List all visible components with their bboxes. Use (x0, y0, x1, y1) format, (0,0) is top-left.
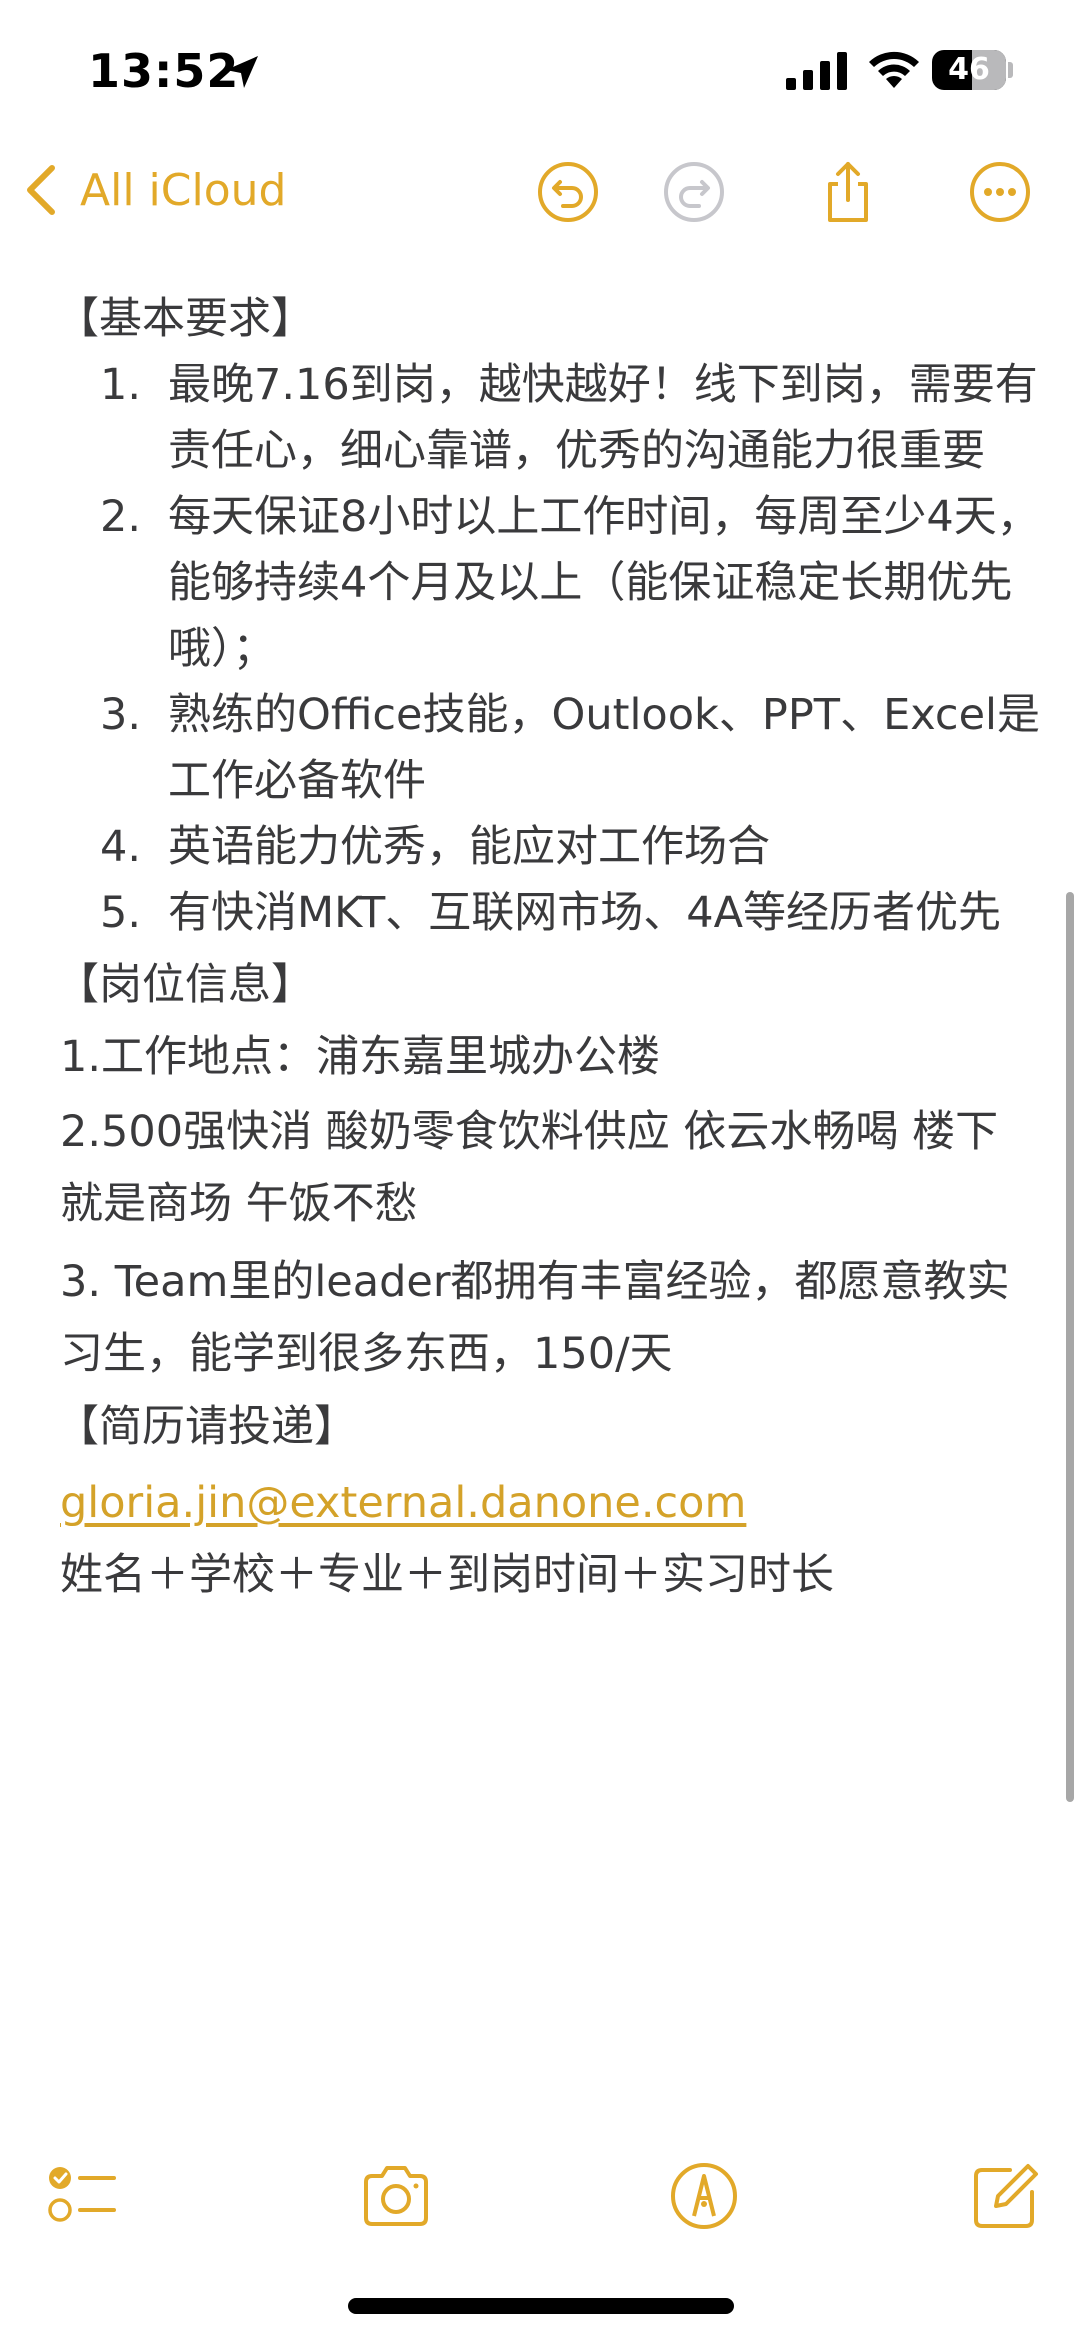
resume-format-line: 姓名＋学校＋专业＋到岗时间＋实习时长 (60, 1550, 834, 1600)
more-icon (970, 162, 1030, 222)
pen-tip-icon (671, 2163, 737, 2229)
section-title-resume: 【简历请投递】 (56, 1402, 357, 1452)
camera-icon (364, 2166, 428, 2226)
list-item: 3. 熟练的Office技能，Outlook、PPT、Excel是工作必备软件 (0, 682, 1080, 814)
wifi-icon (869, 51, 919, 88)
list-item-number: 5. (100, 888, 142, 938)
list-item-text: 有快消MKT、互联网市场、4A等经历者优先 (168, 888, 1001, 938)
list-item-text: 最晚7.16到岗，越快越好！线下到岗，需要有责任心，细心靠谱，优秀的沟通能力很重… (168, 360, 1038, 476)
list-item: 4. 英语能力优秀，能应对工作场合 (0, 814, 1080, 880)
checklist-icon (48, 2167, 116, 2222)
battery-tip (1008, 62, 1013, 78)
list-item: 1. 最晚7.16到岗，越快越好！线下到岗，需要有责任心，细心靠谱，优秀的沟通能… (0, 352, 1080, 484)
list-item-number: 1. (100, 360, 142, 410)
info-line-company: 2.500强快消 酸奶零食饮料供应 依云水畅喝 楼下就是商场 午饭不愁 (60, 1107, 999, 1229)
camera-button[interactable] (360, 2160, 432, 2232)
undo-button[interactable] (536, 160, 600, 224)
scroll-indicator[interactable] (1066, 892, 1074, 1802)
more-button[interactable] (968, 160, 1032, 224)
chevron-left-icon (27, 165, 55, 215)
checklist-button[interactable] (46, 2160, 118, 2232)
note-body[interactable]: 【基本要求】 1. 最晚7.16到岗，越快越好！线下到岗，需要有责任心，细心靠谱… (0, 286, 1080, 1608)
list-item-number: 2. (100, 492, 142, 542)
list-item-number: 3. (100, 690, 142, 740)
requirements-list: 1. 最晚7.16到岗，越快越好！线下到岗，需要有责任心，细心靠谱，优秀的沟通能… (0, 352, 1080, 946)
share-button[interactable] (816, 160, 880, 224)
email-link[interactable]: gloria.jin@external.danone.com (60, 1478, 746, 1528)
back-button[interactable]: All iCloud (22, 160, 286, 220)
navigation-bar: All iCloud (0, 140, 1080, 240)
list-item: 5. 有快消MKT、互联网市场、4A等经历者优先 (0, 880, 1080, 946)
status-time: 13:52 (88, 44, 240, 98)
notes-screen: 13:52 46 All iCloud 【基本要求】 1. 最晚7.16到岗，越… (0, 0, 1080, 2337)
redo-icon (664, 162, 724, 222)
list-item-text: 熟练的Office技能，Outlook、PPT、Excel是工作必备软件 (168, 690, 1040, 806)
section-title-requirements: 【基本要求】 (56, 294, 314, 344)
list-item-text: 英语能力优秀，能应对工作场合 (168, 822, 770, 872)
section-title-position-info: 【岗位信息】 (56, 960, 314, 1010)
markup-button[interactable] (668, 2160, 740, 2232)
back-label: All iCloud (80, 164, 287, 216)
battery-level: 46 (948, 52, 990, 87)
redo-button[interactable] (662, 160, 726, 224)
list-item: 2. 每天保证8小时以上工作时间，每周至少4天，能够持续4个月及以上（能保证稳定… (0, 484, 1080, 682)
home-indicator[interactable] (348, 2298, 734, 2314)
info-line-location: 1.工作地点：浦东嘉里城办公楼 (60, 1032, 661, 1082)
compose-icon (974, 2164, 1038, 2228)
status-bar: 13:52 46 (0, 0, 1080, 150)
compose-button[interactable] (970, 2160, 1042, 2232)
cellular-signal-icon (786, 52, 847, 90)
undo-icon (538, 162, 598, 222)
email-link-line: gloria.jin@external.danone.com (0, 1470, 1080, 1536)
bottom-toolbar (0, 2130, 1080, 2250)
share-icon (828, 162, 868, 222)
list-item-number: 4. (100, 822, 142, 872)
info-line-team: 3. Team里的leader都拥有丰富经验，都愿意教实习生，能学到很多东西，1… (60, 1257, 1010, 1379)
list-item-text: 每天保证8小时以上工作时间，每周至少4天，能够持续4个月及以上（能保证稳定长期优… (168, 492, 1040, 674)
location-arrow-icon (226, 56, 258, 88)
